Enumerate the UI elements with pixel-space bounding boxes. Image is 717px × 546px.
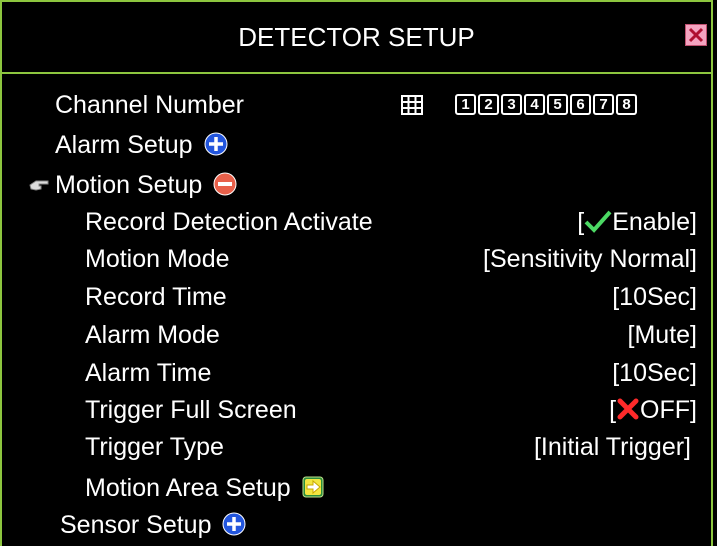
detector-setup-window: DETECTOR SETUP Channel Number 1 2 3 4 5 …	[0, 0, 713, 546]
alarm-setup-label: Alarm Setup	[55, 131, 193, 159]
alarm-setup-item[interactable]: Alarm Setup	[55, 130, 228, 160]
channel-button-6[interactable]: 6	[570, 94, 591, 115]
collapse-minus-icon[interactable]	[213, 172, 237, 196]
record-time-value[interactable]: [10Sec]	[612, 282, 697, 312]
record-time-label: Record Time	[85, 283, 227, 311]
trigger-full-screen-value[interactable]: [ OFF]	[609, 395, 697, 425]
channel-button-3[interactable]: 3	[501, 94, 522, 115]
channel-button-7[interactable]: 7	[593, 94, 614, 115]
arrow-right-icon[interactable]	[302, 476, 324, 498]
channel-button-8[interactable]: 8	[616, 94, 637, 115]
trigger-full-screen-state: OFF	[640, 396, 691, 424]
motion-setup-label: Motion Setup	[55, 171, 203, 199]
record-detection-state: Enable	[612, 208, 691, 236]
channel-button-4[interactable]: 4	[524, 94, 545, 115]
cross-icon	[617, 398, 639, 420]
expand-plus-icon[interactable]	[222, 512, 246, 536]
trigger-full-screen-label: Trigger Full Screen	[85, 396, 297, 424]
bracket-close: ]	[690, 208, 697, 236]
grid-icon[interactable]	[401, 95, 423, 115]
motion-area-setup-label: Motion Area Setup	[85, 474, 291, 502]
alarm-time-label: Alarm Time	[85, 359, 212, 387]
expand-plus-icon[interactable]	[204, 132, 228, 156]
channel-button-5[interactable]: 5	[547, 94, 568, 115]
bracket-open: [	[609, 396, 617, 424]
window-title: DETECTOR SETUP	[238, 22, 475, 52]
channel-number-label: Channel Number	[55, 91, 244, 119]
alarm-mode-value[interactable]: [Mute]	[628, 320, 697, 350]
channel-button-1[interactable]: 1	[455, 94, 476, 115]
trigger-type-label: Trigger Type	[85, 433, 224, 461]
bracket-close: ]	[690, 396, 697, 424]
check-icon	[584, 211, 612, 234]
title-bar: DETECTOR SETUP	[2, 2, 711, 74]
record-detection-value[interactable]: [ Enable]	[577, 207, 697, 237]
alarm-time-value[interactable]: [10Sec]	[612, 358, 697, 388]
alarm-mode-label: Alarm Mode	[85, 321, 220, 349]
close-icon[interactable]	[685, 24, 707, 46]
motion-mode-label: Motion Mode	[85, 245, 230, 273]
bracket-open: [	[577, 208, 585, 236]
hand-pointer-icon	[29, 180, 49, 191]
channel-button-2[interactable]: 2	[478, 94, 499, 115]
motion-area-setup-item[interactable]: Motion Area Setup	[85, 473, 324, 503]
record-detection-label: Record Detection Activate	[85, 208, 373, 236]
motion-setup-item[interactable]: Motion Setup	[55, 170, 237, 200]
channel-selector: 1 2 3 4 5 6 7 8	[455, 94, 637, 115]
trigger-type-value[interactable]: [Initial Trigger]	[534, 432, 691, 462]
motion-mode-value[interactable]: [Sensitivity Normal]	[483, 244, 697, 274]
sensor-setup-item[interactable]: Sensor Setup	[60, 510, 246, 540]
sensor-setup-label: Sensor Setup	[60, 511, 212, 539]
